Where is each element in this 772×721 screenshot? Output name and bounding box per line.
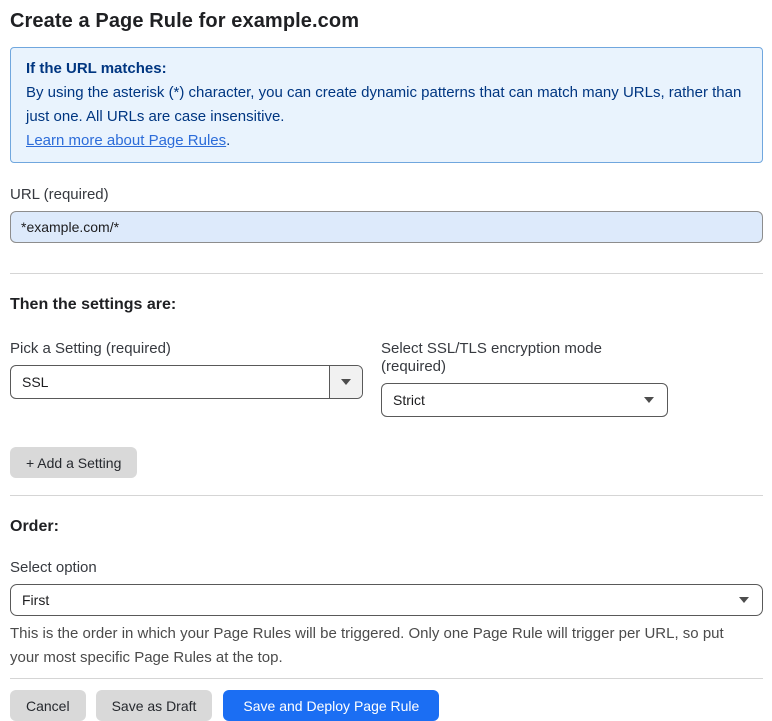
save-as-draft-button[interactable]: Save as Draft — [95, 690, 213, 721]
chevron-down-icon — [341, 379, 351, 385]
page-title: Create a Page Rule for example.com — [10, 10, 360, 32]
learn-more-page-rules-link[interactable]: Learn more about Page Rules — [26, 132, 226, 149]
pick-setting-selected-value: SSL — [22, 374, 49, 390]
section-divider — [10, 273, 763, 274]
url-label: URL (required) — [10, 186, 109, 203]
section-divider — [10, 495, 763, 496]
pick-setting-select[interactable]: SSL — [10, 365, 363, 399]
url-input[interactable] — [10, 211, 763, 243]
save-and-deploy-button[interactable]: Save and Deploy Page Rule — [223, 690, 440, 721]
cancel-button[interactable]: Cancel — [10, 690, 86, 721]
settings-fields-row: Pick a Setting (required) SSL Select SSL… — [10, 340, 763, 417]
encryption-mode-label: Select SSL/TLS encryption mode (required… — [381, 340, 602, 375]
footer-divider — [10, 678, 763, 679]
footer-actions: Cancel Save as Draft Save and Deploy Pag… — [10, 690, 763, 721]
order-select-label: Select option — [10, 559, 97, 576]
settings-section-heading: Then the settings are: — [10, 296, 177, 313]
info-box-body: By using the asterisk (*) character, you… — [26, 84, 742, 125]
encryption-mode-selected-value: Strict — [393, 392, 425, 408]
chevron-down-icon — [644, 397, 654, 403]
order-selected-value: First — [22, 592, 50, 608]
chevron-down-icon — [739, 597, 749, 603]
link-suffix-period: . — [226, 132, 231, 149]
encryption-mode-field-group: Select SSL/TLS encryption mode (required… — [381, 340, 668, 417]
add-setting-button[interactable]: + Add a Setting — [10, 447, 138, 478]
order-field-group: Select option First — [10, 559, 763, 616]
info-box-heading: If the URL matches: — [26, 60, 167, 77]
url-match-info-box: If the URL matches: By using the asteris… — [10, 47, 763, 163]
order-section-heading: Order: — [10, 518, 59, 535]
create-page-rule-page: Create a Page Rule for example.com If th… — [0, 0, 772, 721]
url-field-group: URL (required) — [10, 186, 763, 243]
pick-setting-field-group: Pick a Setting (required) SSL — [10, 340, 363, 417]
order-select[interactable]: First — [10, 584, 763, 616]
info-box-link-line: Learn more about Page Rules. — [26, 129, 747, 153]
pick-setting-dropdown-button[interactable] — [329, 366, 362, 398]
order-help-text: This is the order in which your Page Rul… — [10, 625, 724, 666]
pick-setting-label: Pick a Setting (required) — [10, 340, 171, 357]
encryption-mode-select[interactable]: Strict — [381, 383, 668, 417]
